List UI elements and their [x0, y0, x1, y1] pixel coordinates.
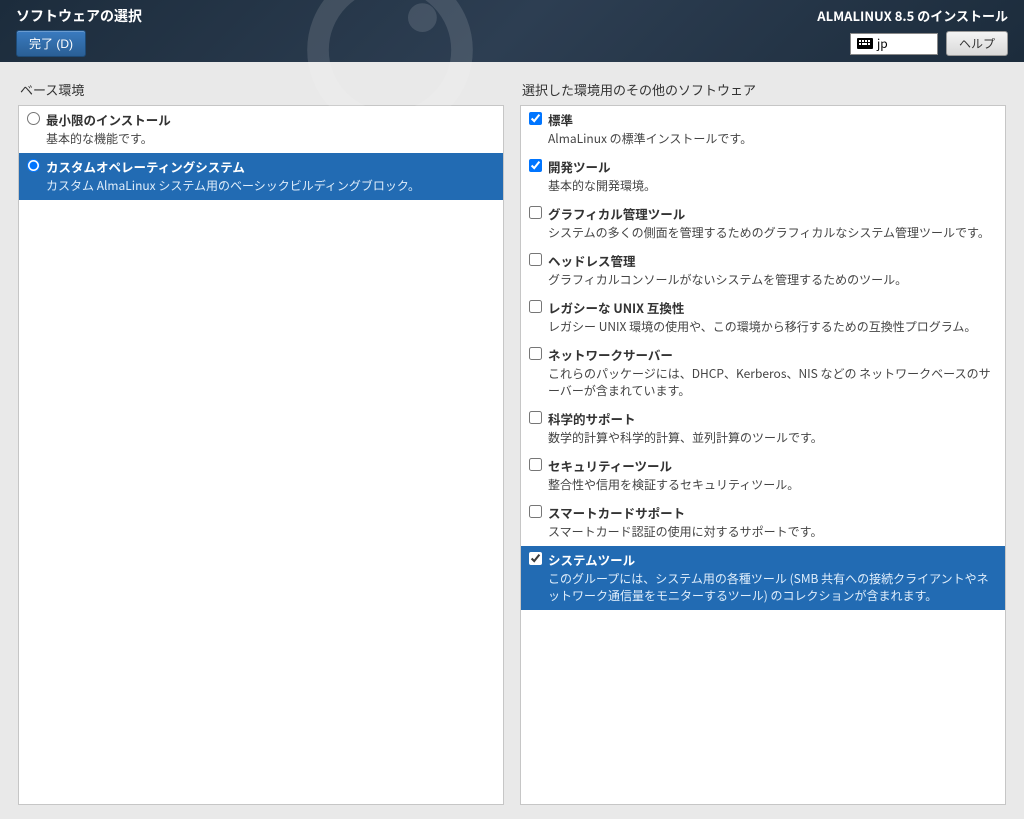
- page-title: ソフトウェアの選択: [16, 6, 142, 26]
- base-env-radio[interactable]: [27, 112, 40, 125]
- item-texts: スマートカードサポートスマートカード認証の使用に対するサポートです。: [548, 503, 822, 540]
- base-env-item[interactable]: 最小限のインストール基本的な機能です。: [19, 106, 503, 153]
- addon-item[interactable]: スマートカードサポートスマートカード認証の使用に対するサポートです。: [521, 499, 1005, 546]
- item-texts: カスタムオペレーティングシステムカスタム AlmaLinux システム用のベーシ…: [46, 157, 420, 194]
- addon-checkbox[interactable]: [529, 552, 542, 565]
- item-desc: グラフィカルコンソールがないシステムを管理するためのツール。: [548, 271, 907, 288]
- item-title: 最小限のインストール: [46, 110, 171, 129]
- addon-item[interactable]: 標準AlmaLinux の標準インストールです。: [521, 106, 1005, 153]
- installer-product-title: ALMALINUX 8.5 のインストール: [817, 6, 1008, 25]
- item-desc: 数学的計算や科学的計算、並列計算のツールです。: [548, 429, 823, 446]
- header-right: ALMALINUX 8.5 のインストール jp ヘルプ: [817, 6, 1008, 62]
- item-title: 標準: [548, 110, 752, 129]
- item-texts: レガシーな UNIX 互換性レガシー UNIX 環境の使用や、この環境から移行す…: [548, 298, 976, 335]
- item-texts: 科学的サポート数学的計算や科学的計算、並列計算のツールです。: [548, 409, 823, 446]
- item-desc: 整合性や信用を検証するセキュリティツール。: [548, 476, 799, 493]
- item-desc: これらのパッケージには、DHCP、Kerberos、NIS などの ネットワーク…: [548, 365, 997, 399]
- item-desc: 基本的な機能です。: [46, 130, 171, 147]
- item-desc: スマートカード認証の使用に対するサポートです。: [548, 523, 822, 540]
- item-texts: システムツールこのグループには、システム用の各種ツール (SMB 共有への接続ク…: [548, 550, 997, 604]
- addon-checkbox[interactable]: [529, 112, 542, 125]
- help-button[interactable]: ヘルプ: [946, 31, 1008, 56]
- addons-column: 選択した環境用のその他のソフトウェア 標準AlmaLinux の標準インストール…: [520, 76, 1006, 805]
- base-env-item[interactable]: カスタムオペレーティングシステムカスタム AlmaLinux システム用のベーシ…: [19, 153, 503, 200]
- item-texts: ヘッドレス管理グラフィカルコンソールがないシステムを管理するためのツール。: [548, 251, 907, 288]
- addons-heading: 選択した環境用のその他のソフトウェア: [520, 76, 1006, 105]
- keyboard-icon: [857, 38, 873, 49]
- item-desc: カスタム AlmaLinux システム用のベーシックビルディングブロック。: [46, 177, 420, 194]
- addon-item[interactable]: ネットワークサーバーこれらのパッケージには、DHCP、Kerberos、NIS …: [521, 341, 1005, 405]
- item-title: スマートカードサポート: [548, 503, 822, 522]
- item-title: 開発ツール: [548, 157, 656, 176]
- base-environment-column: ベース環境 最小限のインストール基本的な機能です。カスタムオペレーティングシステ…: [18, 76, 504, 805]
- item-texts: 開発ツール基本的な開発環境。: [548, 157, 656, 194]
- addons-list[interactable]: 標準AlmaLinux の標準インストールです。開発ツール基本的な開発環境。グラ…: [520, 105, 1006, 805]
- item-desc: 基本的な開発環境。: [548, 177, 656, 194]
- base-environment-heading: ベース環境: [18, 76, 504, 105]
- item-texts: 最小限のインストール基本的な機能です。: [46, 110, 171, 147]
- content-area: ベース環境 最小限のインストール基本的な機能です。カスタムオペレーティングシステ…: [0, 62, 1024, 819]
- addon-item[interactable]: レガシーな UNIX 互換性レガシー UNIX 環境の使用や、この環境から移行す…: [521, 294, 1005, 341]
- item-title: カスタムオペレーティングシステム: [46, 157, 420, 176]
- keyboard-layout-selector[interactable]: jp: [850, 33, 938, 55]
- item-texts: ネットワークサーバーこれらのパッケージには、DHCP、Kerberos、NIS …: [548, 345, 997, 399]
- keyboard-layout-label: jp: [877, 35, 888, 52]
- addon-checkbox[interactable]: [529, 159, 542, 172]
- item-desc: レガシー UNIX 環境の使用や、この環境から移行するための互換性プログラム。: [548, 318, 976, 335]
- addon-checkbox[interactable]: [529, 300, 542, 313]
- item-desc: AlmaLinux の標準インストールです。: [548, 130, 752, 147]
- item-texts: グラフィカル管理ツールシステムの多くの側面を管理するためのグラフィカルなシステム…: [548, 204, 990, 241]
- addon-checkbox[interactable]: [529, 206, 542, 219]
- addon-checkbox[interactable]: [529, 505, 542, 518]
- item-texts: セキュリティーツール整合性や信用を検証するセキュリティツール。: [548, 456, 799, 493]
- item-texts: 標準AlmaLinux の標準インストールです。: [548, 110, 752, 147]
- item-title: 科学的サポート: [548, 409, 823, 428]
- addon-item[interactable]: ヘッドレス管理グラフィカルコンソールがないシステムを管理するためのツール。: [521, 247, 1005, 294]
- installer-header: ソフトウェアの選択 完了 (D) ALMALINUX 8.5 のインストール j…: [0, 0, 1024, 62]
- item-desc: システムの多くの側面を管理するためのグラフィカルなシステム管理ツールです。: [548, 224, 990, 241]
- done-button[interactable]: 完了 (D): [16, 30, 86, 57]
- header-left: ソフトウェアの選択 完了 (D): [16, 6, 142, 62]
- item-desc: このグループには、システム用の各種ツール (SMB 共有への接続クライアントやネ…: [548, 570, 997, 604]
- item-title: レガシーな UNIX 互換性: [548, 298, 976, 317]
- addon-checkbox[interactable]: [529, 347, 542, 360]
- base-env-radio[interactable]: [27, 159, 40, 172]
- addon-checkbox[interactable]: [529, 253, 542, 266]
- addon-checkbox[interactable]: [529, 411, 542, 424]
- item-title: グラフィカル管理ツール: [548, 204, 990, 223]
- base-environment-list[interactable]: 最小限のインストール基本的な機能です。カスタムオペレーティングシステムカスタム …: [18, 105, 504, 805]
- item-title: ヘッドレス管理: [548, 251, 907, 270]
- header-controls: jp ヘルプ: [850, 31, 1008, 56]
- addon-item[interactable]: 開発ツール基本的な開発環境。: [521, 153, 1005, 200]
- item-title: ネットワークサーバー: [548, 345, 997, 364]
- addon-item[interactable]: システムツールこのグループには、システム用の各種ツール (SMB 共有への接続ク…: [521, 546, 1005, 610]
- item-title: セキュリティーツール: [548, 456, 799, 475]
- addon-item[interactable]: グラフィカル管理ツールシステムの多くの側面を管理するためのグラフィカルなシステム…: [521, 200, 1005, 247]
- addon-checkbox[interactable]: [529, 458, 542, 471]
- addon-item[interactable]: セキュリティーツール整合性や信用を検証するセキュリティツール。: [521, 452, 1005, 499]
- item-title: システムツール: [548, 550, 997, 569]
- addon-item[interactable]: 科学的サポート数学的計算や科学的計算、並列計算のツールです。: [521, 405, 1005, 452]
